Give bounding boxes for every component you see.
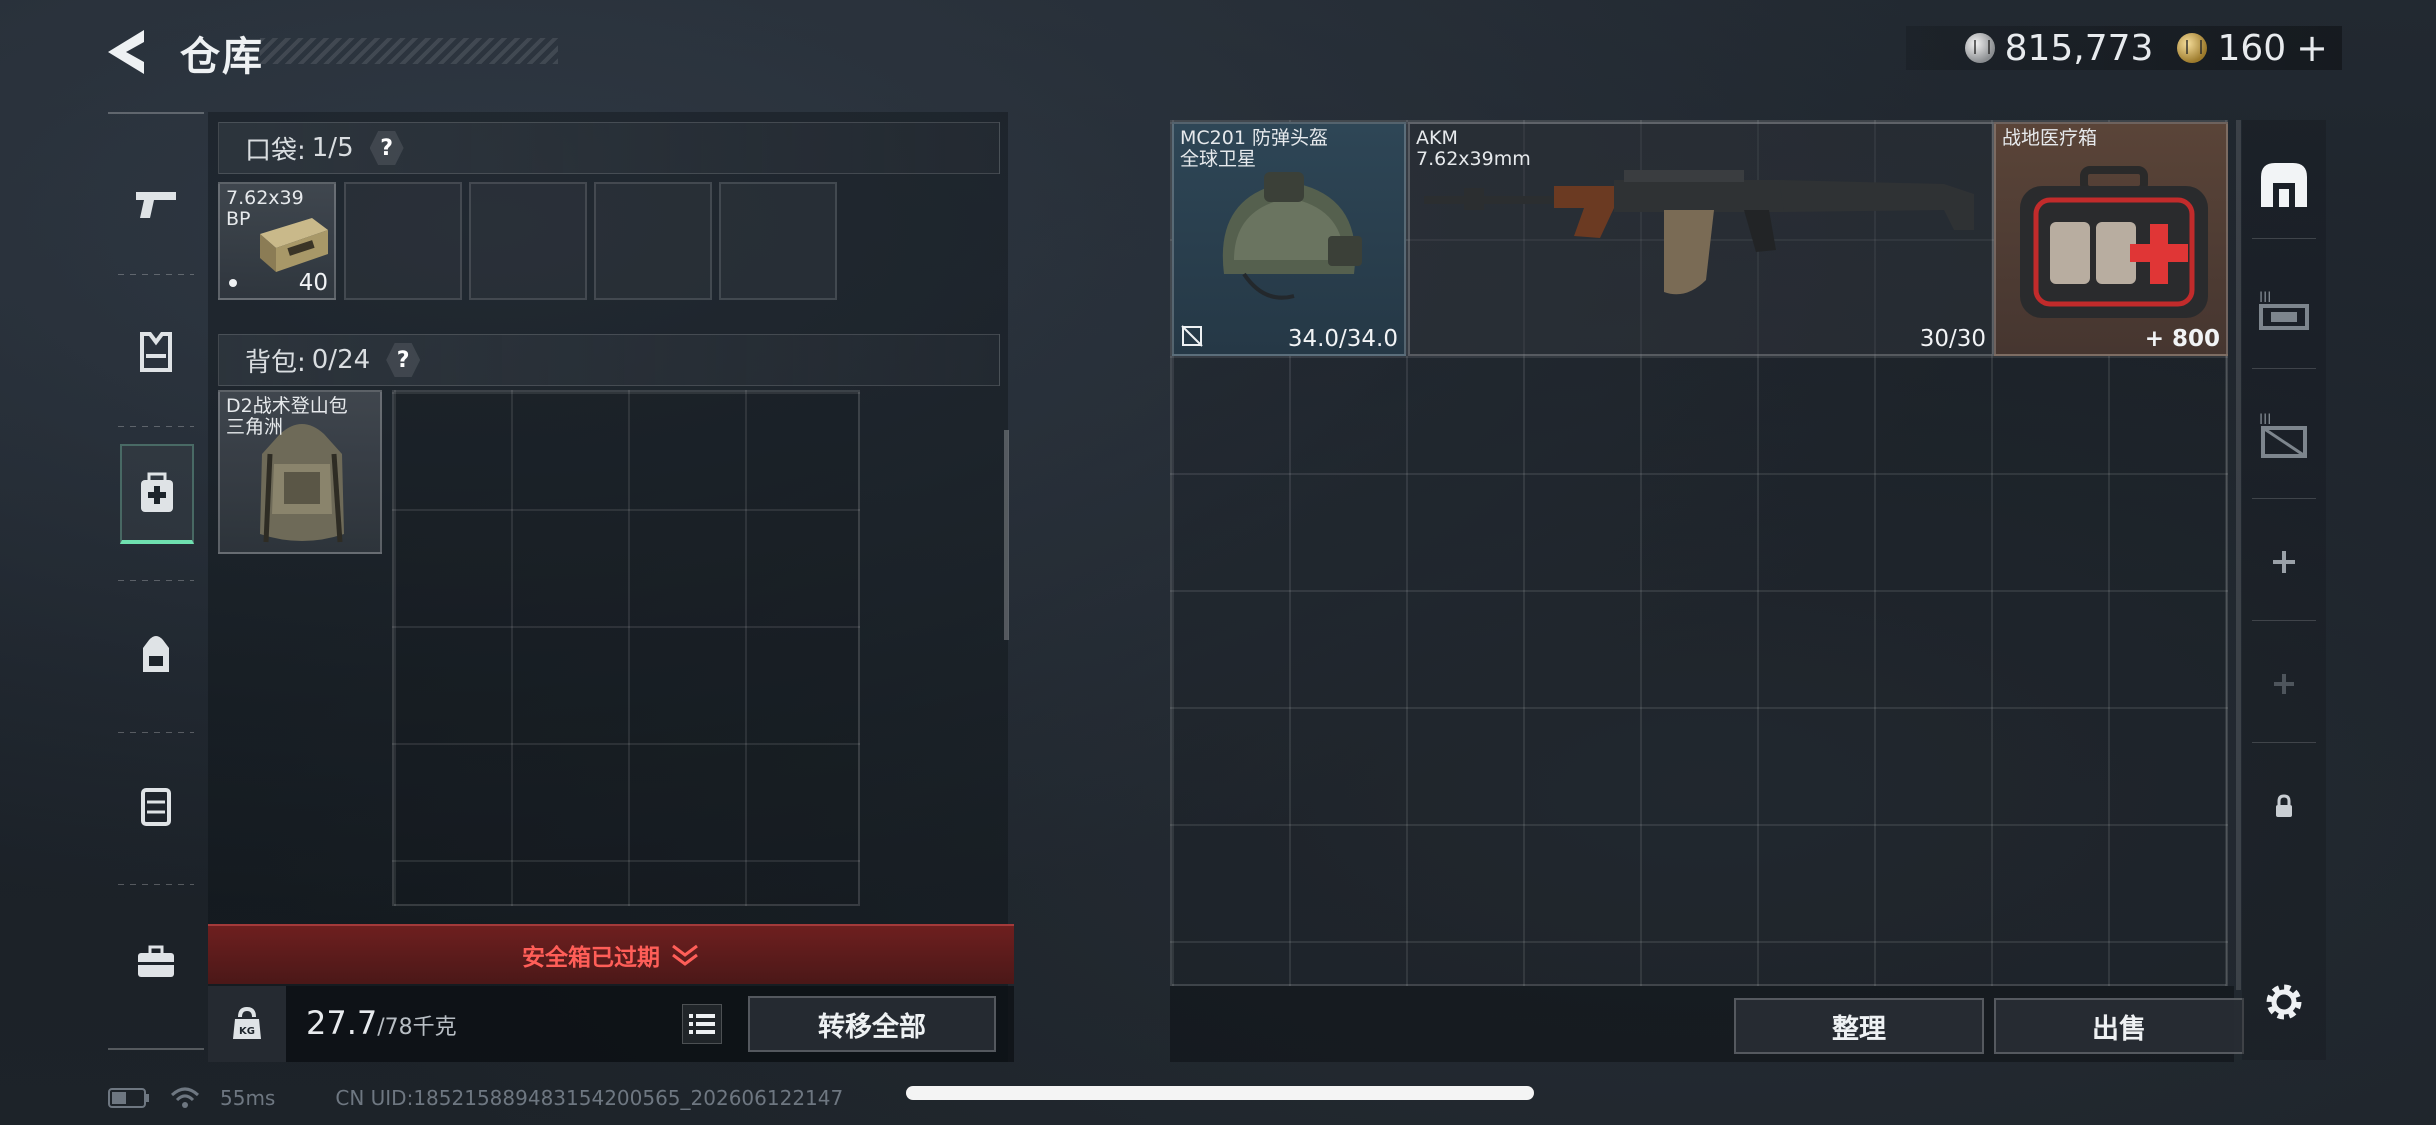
add-stash-tab-button[interactable] [2242,502,2326,622]
safebox-expired-banner[interactable]: 安全箱已过期 [208,924,1014,984]
vest-icon [140,332,172,372]
gear-icon [2266,984,2302,1020]
backpack-grid[interactable] [392,390,860,906]
item-name: 7.62x39 BP [226,187,304,230]
stash-footer: 整理 出售 [1170,986,2244,1062]
transfer-all-button[interactable]: 转移全部 [748,996,996,1052]
first-aid-kit-icon [2020,166,2208,318]
sort-button[interactable]: 整理 [1734,998,1984,1054]
backpack-icon [143,636,169,672]
status-strip: 55ms CN UID:185215889483154200565_202606… [108,1080,843,1116]
weight-max: /78千克 [377,1015,457,1040]
currency-bar: 815,773 160 + [1906,26,2342,70]
medkit-heal: + 800 [2145,326,2220,352]
svg-text:III: III [2259,290,2271,306]
stash-tab-icon [2261,163,2307,207]
medkit-bag-icon [141,472,173,512]
svg-text:KG: KG [239,1026,255,1037]
dot-icon [229,279,237,287]
item-name: 战地医疗箱 [2002,127,2098,149]
item-name: AKM 7.62x39mm [1416,127,1531,170]
weight-current: 27.7 [306,1004,378,1042]
pocket-label: 口袋: [245,135,306,166]
add-tab-icon [2273,551,2295,573]
rail-item-chest-rig[interactable] [108,756,204,856]
stash-tab-3-icon: III [2259,290,2309,330]
pocket-slot[interactable] [344,182,462,300]
battery-icon [108,1088,149,1108]
pocket-slot[interactable] [594,182,712,300]
title-decoration [260,38,558,64]
stash-tab-3b-icon: III [2259,412,2307,458]
stash-tab-main[interactable] [2242,124,2326,244]
heal-plus-icon: + [2144,326,2164,352]
add-tab-disabled-icon [2274,674,2294,694]
inventory-footer: KG 27.7/78千克 转移全部 [208,986,1014,1062]
pocket-slot[interactable] [469,182,587,300]
medkit-heal-value: 800 [2171,326,2220,352]
backpack-help-button[interactable]: ? [386,343,421,377]
helmet-durability: 34.0/34.0 [1287,326,1398,352]
back-button[interactable] [104,26,154,78]
gold-coin-icon [2177,33,2208,63]
rail-item-armor[interactable] [108,302,204,402]
stash-item-akm[interactable]: AKM 7.62x39mm 30/30 [1408,122,1994,356]
gold-balance: 160 [2217,27,2287,69]
pocket-item-ammo[interactable]: 7.62x39 BP 40 [218,182,336,300]
pocket-help-button[interactable]: ? [369,131,404,165]
page-title: 仓库 [180,34,264,80]
settings-button[interactable] [2242,942,2326,1062]
briefcase-icon [138,945,174,977]
locked-stash-tab[interactable] [2242,746,2326,866]
kettlebell-icon: KG [233,1007,261,1039]
helmet-icon [1222,172,1362,300]
equipment-category-rail [108,112,204,1050]
uid-readout: CN UID:185215889483154200565_20260612214… [335,1086,844,1110]
left-panel-scrollbar[interactable] [1004,430,1009,640]
pocket-slot[interactable] [719,182,837,300]
rail-item-safebox[interactable] [108,912,204,1012]
equipped-backpack[interactable]: D2战术登山包 三角洲 [218,390,382,554]
no-repair-icon [1181,325,1203,347]
rail-item-weapons[interactable] [108,154,204,254]
list-icon [689,1014,715,1034]
chest-rig-icon [141,788,171,826]
stash-tab-2[interactable]: III [2242,250,2326,370]
item-name: D2战术登山包 三角洲 [226,395,348,438]
rail-item-backpack[interactable] [108,604,204,704]
silver-coin-icon [1964,33,1995,63]
stash-tab-3[interactable]: III [2242,374,2326,494]
wifi-icon [170,1087,200,1108]
add-stash-tab-disabled [2242,624,2326,744]
item-name: MC201 防弹头盔 全球卫星 [1180,127,1328,170]
backpack-label: 背包: [245,347,306,378]
backpack-header: 背包: 0/24 ? [218,334,1000,386]
sell-button[interactable]: 出售 [1994,998,2244,1054]
stash-item-medkit[interactable]: 战地医疗箱 + 800 [1994,122,2228,356]
akm-ammo: 30/30 [1919,326,1986,352]
home-indicator[interactable] [906,1086,1534,1100]
pocket-capacity: 1/5 [311,133,354,163]
lock-icon [2276,794,2292,817]
silver-balance: 815,773 [2004,27,2154,69]
weight-readout: 27.7/78千克 [306,1004,457,1042]
stash-item-helmet[interactable]: MC201 防弹头盔 全球卫星 34.0/34.0 [1172,122,1406,356]
safebox-status: 安全箱已过期 [522,945,660,971]
svg-text:III: III [2259,412,2271,428]
rail-item-pocket[interactable] [120,444,194,544]
pocket-header: 口袋: 1/5 ? [218,122,1000,174]
rifle-icon [1424,170,1974,295]
chevron-down-icon [672,944,698,966]
stash-tab-rail: III III [2242,120,2326,1060]
list-view-button[interactable] [682,1004,722,1044]
pistol-icon [136,192,176,218]
ping-readout: 55ms [220,1086,276,1110]
stash-scrollbar[interactable] [2236,120,2241,990]
backpack-capacity: 0/24 [311,345,371,375]
add-currency-button[interactable]: + [2296,26,2328,70]
character-inventory-panel: 口袋: 1/5 ? 7.62x39 BP 40 背包: 0/24 ? D2战术登… [208,112,1014,1062]
weight-icon-box: KG [208,986,286,1062]
item-count: 40 [298,270,328,296]
back-arrow-icon [108,30,144,74]
